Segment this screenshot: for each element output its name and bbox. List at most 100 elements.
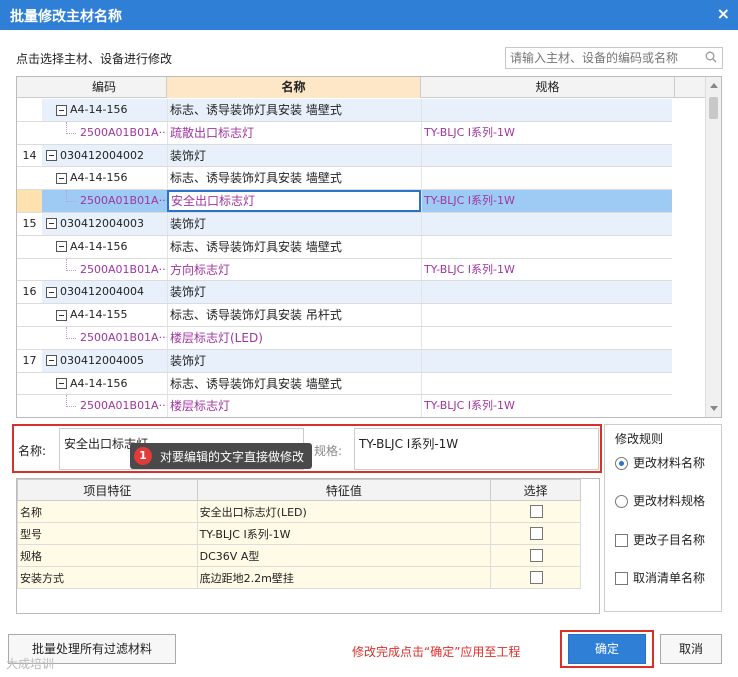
cell-code[interactable]: 2500A01B01A··· (42, 258, 167, 281)
cell-name[interactable]: 楼层标志灯 (167, 395, 421, 417)
table-row[interactable]: 2500A01B01A··· 安全出口标志灯 TY-BLJC I系列-1W (17, 190, 672, 213)
cell-name[interactable]: 标志、诱导装饰灯具安装 墙壁式 (167, 167, 421, 190)
cell-code[interactable]: 030412004004 (42, 281, 167, 304)
feature-row[interactable]: 型号 TY-BLJC I系列-1W (17, 522, 581, 545)
feature-value[interactable]: TY-BLJC I系列-1W (196, 522, 492, 545)
table-row[interactable]: A4-14-155 标志、诱导装饰灯具安装 吊杆式 (17, 304, 672, 327)
vertical-scrollbar[interactable] (705, 77, 721, 417)
collapse-icon[interactable] (56, 309, 67, 321)
spec-input[interactable]: TY-BLJC I系列-1W (354, 428, 599, 470)
cell-code[interactable]: 2500A01B01A··· (42, 190, 167, 212)
cell-name[interactable]: 标志、诱导装饰灯具安装 墙壁式 (167, 99, 421, 121)
table-row[interactable]: A4-14-156 标志、诱导装饰灯具安装 墙壁式 (17, 167, 672, 191)
cell-name[interactable]: 装饰灯 (167, 212, 421, 235)
cell-code[interactable]: A4-14-156 (42, 236, 167, 258)
scroll-thumb[interactable] (709, 97, 718, 119)
search-input[interactable] (506, 48, 696, 68)
checkbox-icon[interactable] (530, 571, 544, 585)
feature-value[interactable]: 安全出口标志灯(LED) (196, 500, 492, 523)
collapse-icon[interactable] (46, 355, 57, 367)
cell-spec[interactable] (421, 167, 672, 190)
cell-name[interactable]: 方向标志灯 (167, 258, 421, 281)
table-row[interactable]: 2500A01B01A··· 楼层标志灯(LED) (17, 326, 672, 350)
feature-select[interactable] (490, 500, 581, 523)
checkbox-icon[interactable] (530, 527, 544, 541)
cell-code[interactable]: 030412004002 (42, 144, 167, 167)
table-row[interactable]: A4-14-156 标志、诱导装饰灯具安装 墙壁式 (17, 372, 672, 396)
radio-icon[interactable] (615, 495, 628, 508)
cell-spec[interactable] (421, 281, 672, 304)
cell-spec[interactable] (421, 372, 672, 395)
feature-select[interactable] (490, 566, 581, 589)
cell-spec[interactable] (421, 235, 672, 258)
ok-button[interactable]: 确定 (568, 634, 646, 664)
column-header-name[interactable]: 名称 (167, 77, 421, 98)
rule-cancel-list-name[interactable]: 取消清单名称 (615, 569, 705, 586)
cell-name[interactable]: 装饰灯 (167, 144, 421, 167)
cell-spec[interactable] (421, 99, 672, 121)
cell-spec[interactable] (421, 144, 672, 167)
cell-name[interactable]: 标志、诱导装饰灯具安装 墙壁式 (167, 235, 421, 258)
checkbox-icon[interactable] (615, 572, 628, 585)
table-row[interactable]: A4-14-156 标志、诱导装饰灯具安装 墙壁式 (17, 99, 672, 122)
cell-name[interactable]: 装饰灯 (167, 281, 421, 304)
scroll-down-icon[interactable] (710, 406, 718, 411)
collapse-icon[interactable] (56, 378, 67, 390)
collapse-icon[interactable] (46, 150, 57, 162)
cancel-button[interactable]: 取消 (660, 634, 722, 664)
feature-select[interactable] (490, 544, 581, 567)
close-icon[interactable]: × (717, 4, 730, 23)
cell-spec[interactable]: TY-BLJC I系列-1W (421, 190, 672, 212)
feature-select[interactable] (490, 522, 581, 545)
table-row[interactable]: 14 030412004002 装饰灯 (17, 144, 672, 168)
feature-value[interactable]: 底边距地2.2m壁挂 (196, 566, 492, 589)
table-row[interactable]: 2500A01B01A··· 楼层标志灯 TY-BLJC I系列-1W (17, 395, 672, 417)
cell-name[interactable]: 标志、诱导装饰灯具安装 吊杆式 (167, 304, 421, 326)
cell-spec[interactable]: TY-BLJC I系列-1W (421, 121, 672, 144)
radio-selected-icon[interactable] (615, 457, 628, 470)
cell-code[interactable]: 2500A01B01A··· (42, 121, 167, 144)
cell-code[interactable]: A4-14-156 (42, 99, 167, 121)
cell-spec[interactable] (421, 304, 672, 326)
search-icon[interactable] (705, 51, 717, 63)
column-header-spec[interactable]: 规格 (421, 77, 675, 98)
scroll-up-icon[interactable] (710, 83, 718, 88)
feature-row[interactable]: 安装方式 底边距地2.2m壁挂 (17, 566, 581, 589)
cell-name[interactable]: 标志、诱导装饰灯具安装 墙壁式 (167, 372, 421, 395)
cell-spec[interactable] (421, 349, 672, 372)
cell-spec[interactable] (421, 326, 672, 349)
table-row[interactable]: 16 030412004004 装饰灯 (17, 281, 672, 305)
search-box[interactable] (505, 47, 723, 69)
collapse-icon[interactable] (56, 241, 67, 253)
cell-code[interactable]: 030412004005 (42, 349, 167, 372)
table-row[interactable]: 17 030412004005 装饰灯 (17, 349, 672, 373)
checkbox-icon[interactable] (530, 549, 544, 563)
cell-spec[interactable]: TY-BLJC I系列-1W (421, 395, 672, 417)
collapse-icon[interactable] (46, 218, 57, 230)
collapse-icon[interactable] (56, 104, 67, 116)
table-row[interactable]: A4-14-156 标志、诱导装饰灯具安装 墙壁式 (17, 235, 672, 259)
checkbox-icon[interactable] (530, 505, 544, 519)
cell-code[interactable]: A4-14-156 (42, 373, 167, 395)
feature-value[interactable]: DC36V A型 (196, 544, 492, 567)
feature-row[interactable]: 名称 安全出口标志灯(LED) (17, 500, 581, 523)
cell-code[interactable]: A4-14-155 (42, 304, 167, 326)
cell-code[interactable]: 2500A01B01A··· (42, 326, 167, 349)
collapse-icon[interactable] (56, 172, 67, 184)
cell-name[interactable]: 楼层标志灯(LED) (167, 326, 421, 349)
rule-rename-subitem[interactable]: 更改子目名称 (615, 531, 705, 548)
cell-name[interactable]: 安全出口标志灯 (167, 190, 421, 212)
column-header-code[interactable]: 编码 (42, 77, 167, 98)
cell-code[interactable]: 030412004003 (42, 212, 167, 235)
rule-respec-material[interactable]: 更改材料规格 (615, 492, 705, 509)
cell-spec[interactable] (421, 212, 672, 235)
cell-spec[interactable]: TY-BLJC I系列-1W (421, 258, 672, 281)
rule-rename-material[interactable]: 更改材料名称 (615, 454, 705, 471)
cell-code[interactable]: 2500A01B01A··· (42, 395, 167, 417)
checkbox-icon[interactable] (615, 534, 628, 547)
table-row[interactable]: 15 030412004003 装饰灯 (17, 212, 672, 236)
cell-name[interactable]: 疏散出口标志灯 (167, 121, 421, 144)
cell-name[interactable]: 装饰灯 (167, 349, 421, 372)
table-row[interactable]: 2500A01B01A··· 方向标志灯 TY-BLJC I系列-1W (17, 258, 672, 282)
cell-code[interactable]: A4-14-156 (42, 167, 167, 189)
